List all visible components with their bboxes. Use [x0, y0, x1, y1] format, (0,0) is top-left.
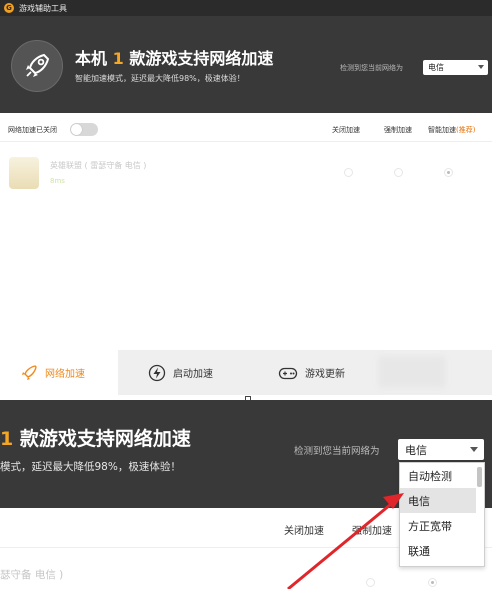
annotation-arrow-icon	[287, 493, 404, 589]
